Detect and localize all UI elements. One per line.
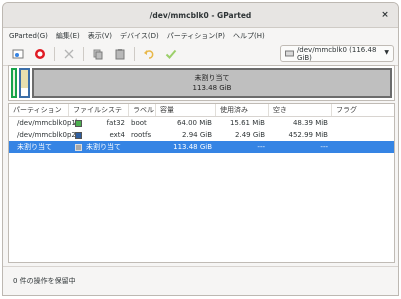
- disk-map-partition-p2[interactable]: [19, 68, 30, 98]
- checkmark-icon: [165, 49, 177, 59]
- cell-filesystem-text: 未割り当て: [86, 143, 121, 151]
- gparted-window: /dev/mmcblk0 - GParted × GParted(G) 編集(E…: [2, 2, 399, 296]
- title-bar: /dev/mmcblk0 - GParted ×: [3, 3, 398, 28]
- undo-icon: [144, 50, 154, 59]
- column-size[interactable]: 容量: [156, 104, 216, 116]
- toolbar: /dev/mmcblk0 (116.48 GiB) ▼: [3, 43, 398, 66]
- menu-help[interactable]: ヘルプ(H): [233, 31, 265, 41]
- cell-filesystem-text: ext4: [109, 131, 125, 139]
- cell-size: 64.00 MiB: [176, 119, 212, 127]
- menu-partition[interactable]: パーティション(P): [167, 31, 225, 41]
- menu-view[interactable]: 表示(V): [88, 31, 112, 41]
- partition-table: パーティション ファイルシステム ラベル 容量 使用済み 空き フラグ /dev…: [8, 103, 395, 263]
- column-filesystem[interactable]: ファイルシステム: [69, 104, 129, 126]
- pending-operations-text: 0 件の操作を保留中: [13, 277, 76, 285]
- filesystem-color-swatch: [75, 131, 82, 139]
- cell-filesystem: 未割り当て: [69, 142, 129, 152]
- cell-free: 452.99 MiB: [288, 131, 328, 139]
- cell-used: ---: [257, 143, 265, 151]
- new-partition-icon: [12, 49, 24, 59]
- menu-bar: GParted(G) 編集(E) 表示(V) デバイス(D) パーティション(P…: [3, 28, 398, 43]
- menu-gparted[interactable]: GParted(G): [9, 32, 48, 40]
- copy-button[interactable]: [89, 45, 107, 63]
- cell-partition: 未割り当て: [17, 143, 52, 151]
- paste-icon: [115, 49, 125, 60]
- column-label[interactable]: ラベル: [129, 104, 156, 116]
- close-icon[interactable]: ×: [378, 8, 392, 22]
- paste-button[interactable]: [111, 45, 129, 63]
- unallocated-label: 未割り当て: [194, 74, 230, 82]
- resize-move-icon: [64, 49, 74, 59]
- cell-filesystem: fat32: [69, 119, 129, 127]
- column-free[interactable]: 空き: [269, 104, 332, 116]
- cell-filesystem-text: fat32: [106, 119, 125, 127]
- cell-label: rootfs: [131, 131, 152, 139]
- disk-map-partition-p1[interactable]: [11, 68, 17, 98]
- table-row[interactable]: /dev/mmcblk0p1 fat32 boot 64.00 MiB 15.6…: [9, 117, 394, 129]
- table-row[interactable]: /dev/mmcblk0p2 ext4 rootfs 2.94 GiB 2.49…: [9, 129, 394, 141]
- device-selector-label: /dev/mmcblk0 (116.48 GiB): [296, 45, 377, 62]
- toolbar-separator: [54, 47, 55, 61]
- toolbar-separator: [83, 47, 84, 61]
- column-used[interactable]: 使用済み: [216, 104, 269, 116]
- cell-label: boot: [131, 119, 147, 127]
- cell-filesystem: ext4: [69, 131, 129, 139]
- table-header: パーティション ファイルシステム ラベル 容量 使用済み 空き フラグ: [9, 104, 394, 126]
- toolbar-separator: [134, 47, 135, 61]
- menu-edit[interactable]: 編集(E): [56, 31, 80, 41]
- filesystem-color-swatch: [75, 143, 82, 151]
- status-bar: 0 件の操作を保留中: [3, 266, 398, 295]
- cell-size: 2.94 GiB: [182, 131, 212, 139]
- drive-icon: [285, 50, 294, 57]
- apply-button[interactable]: [162, 45, 180, 63]
- device-selector[interactable]: /dev/mmcblk0 (116.48 GiB) ▼: [280, 45, 394, 62]
- delete-icon: [35, 49, 45, 59]
- chevron-down-icon: ▼: [384, 49, 389, 56]
- table-row-selected[interactable]: 未割り当て 未割り当て 113.48 GiB --- ---: [9, 141, 394, 153]
- delete-partition-button[interactable]: [31, 45, 49, 63]
- disk-map-unallocated[interactable]: 未割り当て 113.48 GiB: [32, 68, 392, 98]
- cell-free: 48.39 MiB: [292, 119, 328, 127]
- cell-partition: /dev/mmcblk0p2: [17, 131, 76, 139]
- menu-device[interactable]: デバイス(D): [120, 31, 159, 41]
- unallocated-size: 113.48 GiB: [192, 84, 232, 92]
- cell-size: 113.48 GiB: [173, 143, 212, 151]
- undo-button[interactable]: [140, 45, 158, 63]
- copy-icon: [93, 49, 103, 60]
- filesystem-color-swatch: [75, 119, 82, 127]
- cell-partition: /dev/mmcblk0p1: [17, 119, 76, 127]
- column-partition[interactable]: パーティション: [9, 104, 69, 116]
- cell-used: 2.49 GiB: [235, 131, 265, 139]
- column-flags[interactable]: フラグ: [332, 104, 394, 116]
- new-partition-button[interactable]: [9, 45, 27, 63]
- disk-map: 未割り当て 113.48 GiB: [8, 65, 395, 101]
- window-title: /dev/mmcblk0 - GParted: [149, 10, 252, 20]
- resize-move-button[interactable]: [60, 45, 78, 63]
- cell-free: ---: [320, 143, 328, 151]
- cell-used: 15.61 MiB: [229, 119, 265, 127]
